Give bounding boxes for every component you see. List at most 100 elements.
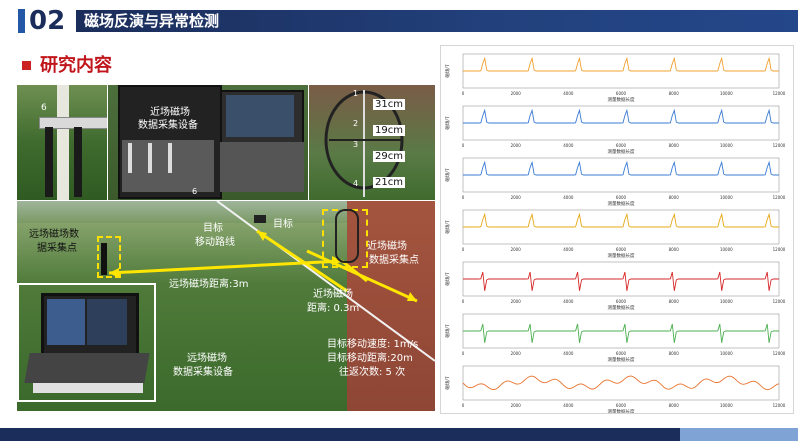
signal-plots-panel: 0 2000 4000 6000 8000 10000 12000 测量数据长度 磁场/T 0 20…: [440, 45, 794, 415]
x-tick-label: 8000: [669, 91, 680, 96]
x-tick-label: 8000: [669, 143, 680, 148]
x-tick-label: 8000: [669, 299, 680, 304]
x-axis-label: 测量数据长度: [608, 96, 635, 103]
header-accent: [18, 9, 25, 33]
y-axis-label: 磁场/T: [444, 64, 451, 78]
laptop-label-1: 远场磁场: [187, 353, 227, 364]
y-axis-label: 磁场/T: [444, 272, 451, 286]
signal-series-line: [463, 56, 779, 72]
speed-label: 目标移动速度: 1m/s: [327, 339, 419, 350]
target-path-label-2: 移动路线: [195, 237, 235, 248]
y-axis-label: 磁场/T: [444, 168, 451, 182]
y-axis-label: 磁场/T: [444, 324, 451, 338]
signal-series-line: [463, 212, 779, 228]
dim-29cm: 29cm: [373, 151, 405, 162]
x-tick-label: 0: [462, 143, 465, 148]
round-trip-label: 往返次数: 5 次: [339, 367, 406, 378]
x-tick-label: 4000: [563, 403, 574, 408]
x-axis-label: 测量数据长度: [608, 408, 635, 413]
x-tick-label: 4000: [563, 299, 574, 304]
plot-frame: [462, 365, 780, 401]
target-path-label-1: 目标: [203, 223, 223, 234]
frame-mark-3: 3: [353, 140, 359, 149]
x-axis-label: 测量数据长度: [608, 356, 635, 363]
x-tick-label: 4000: [563, 143, 574, 148]
frame-mark-2: 2: [353, 119, 359, 128]
near-distance-label-2: 距离: 0.3m: [307, 303, 360, 314]
x-tick-label: 6000: [616, 403, 627, 408]
y-axis-label: 磁场/T: [444, 116, 451, 130]
dim-21cm: 21cm: [373, 177, 405, 188]
x-tick-label: 10000: [720, 247, 733, 252]
x-tick-label: 12000: [773, 351, 786, 356]
x-tick-label: 6000: [616, 247, 627, 252]
x-tick-label: 6000: [616, 195, 627, 200]
x-tick-label: 4000: [563, 195, 574, 200]
x-tick-label: 10000: [720, 91, 733, 96]
x-tick-label: 6000: [616, 351, 627, 356]
near-point-label-2: 数据采集点: [369, 255, 419, 266]
page-title: 磁场反演与异常检测: [84, 12, 220, 30]
frame-mark-1: 1: [353, 89, 359, 98]
x-axis-label: 测量数据长度: [608, 252, 635, 259]
section-title: 研究内容: [40, 55, 112, 76]
x-tick-label: 2000: [511, 403, 522, 408]
x-tick-label: 6000: [616, 91, 627, 96]
section-bullet: [22, 61, 31, 70]
photo-near-equipment: 近场磁场 数据采集设备 6: [108, 85, 308, 200]
x-tick-label: 12000: [773, 195, 786, 200]
y-axis-label: 磁场/T: [444, 376, 451, 390]
x-tick-label: 4000: [563, 351, 574, 356]
x-tick-label: 2000: [511, 351, 522, 356]
x-tick-label: 8000: [669, 403, 680, 408]
target-label: 目标: [273, 219, 293, 230]
signal-series-line: [463, 323, 779, 343]
x-tick-label: 8000: [669, 351, 680, 356]
y-axis-label: 磁场/T: [444, 220, 451, 234]
x-tick-label: 10000: [720, 195, 733, 200]
section-number: 02: [29, 6, 66, 36]
x-tick-label: 6000: [616, 143, 627, 148]
far-point-label-1: 远场磁场数: [29, 229, 79, 240]
x-tick-label: 10000: [720, 351, 733, 356]
x-tick-label: 10000: [720, 299, 733, 304]
photo-far-laptop: [17, 283, 156, 402]
x-tick-label: 8000: [669, 247, 680, 252]
x-tick-label: 0: [462, 247, 465, 252]
x-axis-label: 测量数据长度: [608, 148, 635, 155]
move-distance-label: 目标移动距离:20m: [327, 353, 413, 364]
x-axis-label: 测量数据长度: [608, 200, 635, 207]
x-tick-label: 12000: [773, 143, 786, 148]
x-tick-label: 12000: [773, 247, 786, 252]
x-tick-label: 0: [462, 195, 465, 200]
far-distance-label: 远场磁场距离:3m: [169, 279, 249, 290]
marker-6-top: 6: [41, 103, 47, 113]
footer-accent: [680, 428, 798, 441]
near-equipment-label-2: 数据采集设备: [138, 120, 198, 131]
signal-series-line: [463, 160, 779, 176]
frame-mark-4: 4: [353, 179, 359, 188]
photo-sensor-field: 6: [17, 85, 107, 200]
x-tick-label: 0: [462, 91, 465, 96]
near-distance-label-1: 近场磁场: [313, 289, 353, 300]
x-tick-label: 12000: [773, 299, 786, 304]
x-tick-label: 0: [462, 403, 465, 408]
signal-series-line: [463, 271, 779, 291]
signal-series-line: [462, 375, 780, 391]
x-tick-label: 2000: [511, 91, 522, 96]
dim-19cm: 19cm: [373, 125, 405, 136]
signal-series-line: [463, 108, 779, 124]
x-tick-label: 4000: [563, 91, 574, 96]
x-tick-label: 2000: [511, 299, 522, 304]
x-tick-label: 8000: [669, 195, 680, 200]
header: 02 磁场反演与异常检测: [0, 0, 798, 40]
x-tick-label: 0: [462, 351, 465, 356]
marker-6-bottom: 6: [192, 187, 198, 196]
x-tick-label: 6000: [616, 299, 627, 304]
x-tick-label: 10000: [720, 403, 733, 408]
dim-31cm: 31cm: [373, 99, 405, 110]
x-tick-label: 12000: [773, 403, 786, 408]
x-tick-label: 4000: [563, 247, 574, 252]
x-tick-label: 12000: [773, 91, 786, 96]
x-tick-label: 2000: [511, 143, 522, 148]
